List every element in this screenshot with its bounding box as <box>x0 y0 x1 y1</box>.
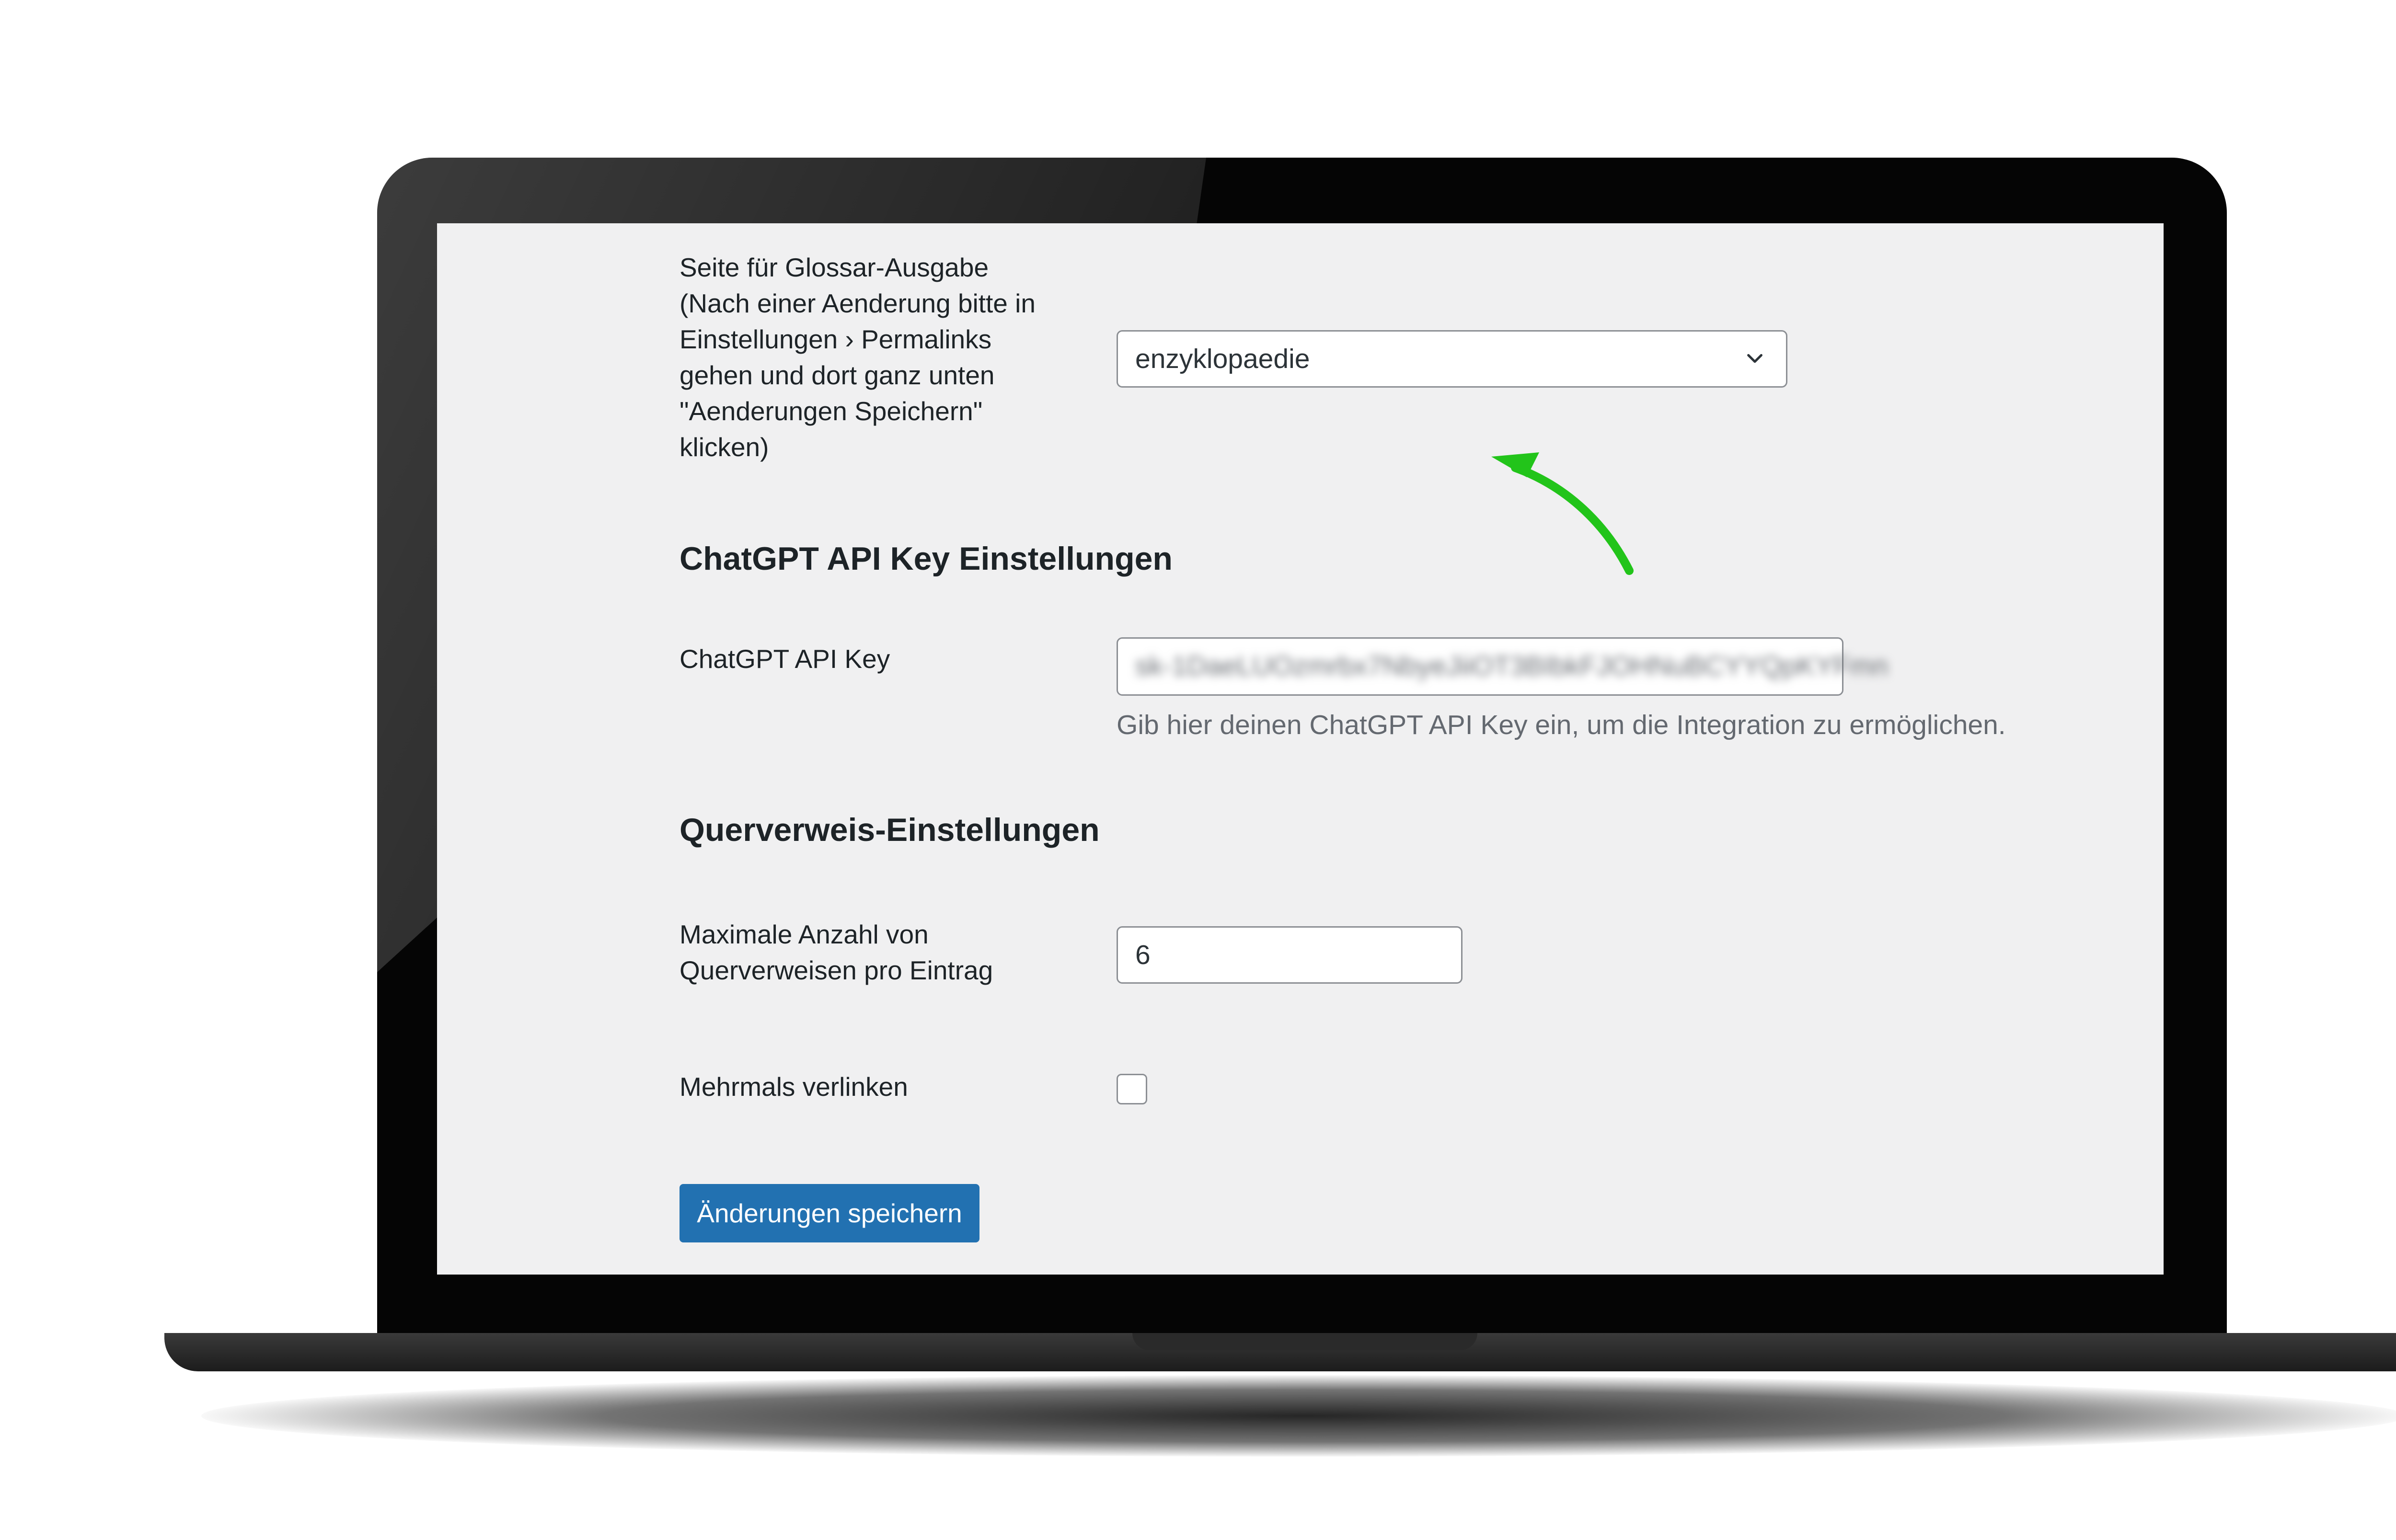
chatgpt-section-heading: ChatGPT API Key Einstellungen <box>680 540 1173 577</box>
laptop-shadow <box>201 1375 2396 1457</box>
max-crossrefs-input[interactable]: 6 <box>1117 926 1463 984</box>
multi-link-label: Mehrmals verlinken <box>680 1072 908 1102</box>
glossary-page-label: Seite für Glossar-Ausgabe (Nach einer Ae… <box>680 250 1036 465</box>
api-key-label: ChatGPT API Key <box>680 644 890 674</box>
crossref-section-heading: Querverweis-Einstellungen <box>680 812 1100 848</box>
max-crossrefs-label-line: Maximale Anzahl von <box>680 919 929 949</box>
glossary-page-label-line: gehen und dort ganz unten <box>680 360 995 390</box>
laptop-mockup: Seite für Glossar-Ausgabe (Nach einer Ae… <box>0 0 2396 1540</box>
glossary-page-label-line: "Aenderungen Speichern" <box>680 396 983 426</box>
max-crossrefs-label-line: Querverweisen pro Eintrag <box>680 955 993 985</box>
glossary-page-label-line: Seite für Glossar-Ausgabe <box>680 253 989 282</box>
api-key-description: Gib hier deinen ChatGPT API Key ein, um … <box>1117 710 2006 740</box>
glossary-page-label-line: klicken) <box>680 432 769 462</box>
chevron-down-icon <box>1747 354 1762 363</box>
save-changes-button[interactable]: Änderungen speichern <box>680 1184 979 1242</box>
green-curved-arrow-icon <box>1491 452 1634 575</box>
max-crossrefs-label: Maximale Anzahl von Querverweisen pro Ei… <box>680 917 993 988</box>
glossary-page-select[interactable]: enzyklopaedie <box>1117 330 1787 388</box>
glossary-page-selected-value: enzyklopaedie <box>1135 344 1310 374</box>
glossary-page-label-line: (Nach einer Aenderung bitte in <box>680 288 1036 318</box>
laptop-base-notch <box>1132 1333 1477 1350</box>
multi-link-checkbox[interactable] <box>1117 1074 1147 1104</box>
glossary-page-label-line: Einstellungen › Permalinks <box>680 324 992 354</box>
max-crossrefs-value: 6 <box>1135 940 1151 970</box>
settings-screen: Seite für Glossar-Ausgabe (Nach einer Ae… <box>437 223 2164 1275</box>
api-key-value: sk-1DaeLUOzmrbx7NbyeJiiOT3BIbkFJOHNuBCYY… <box>1135 651 1889 681</box>
api-key-input[interactable]: sk-1DaeLUOzmrbx7NbyeJiiOT3BIbkFJOHNuBCYY… <box>1117 637 1888 696</box>
